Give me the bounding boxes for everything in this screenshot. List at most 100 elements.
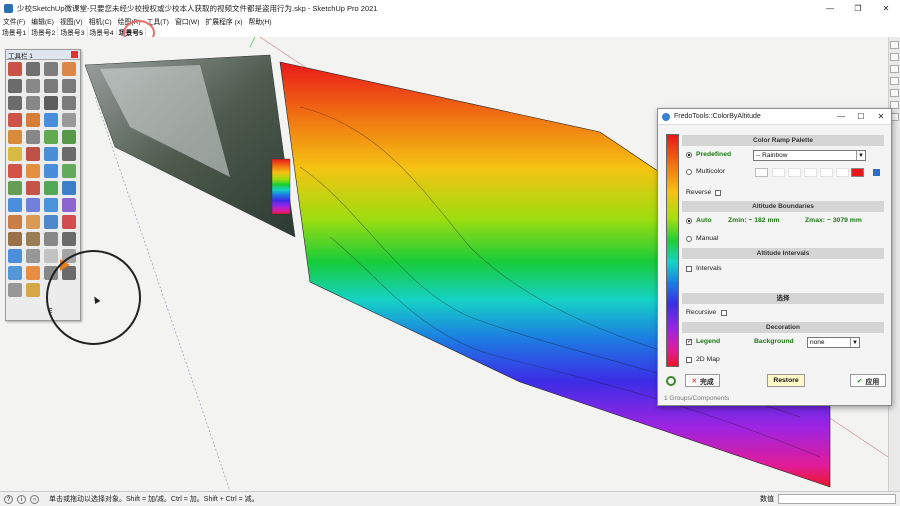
menu-edit[interactable]: 编辑(E) xyxy=(31,16,54,26)
info-icon[interactable]: i xyxy=(17,494,26,504)
dialog-minimize-button[interactable]: — xyxy=(831,112,851,121)
toolbar-tool-icon[interactable] xyxy=(26,249,40,263)
intervals-checkbox[interactable] xyxy=(686,265,692,272)
background-select[interactable]: none ▼ xyxy=(807,337,860,348)
color-swatch[interactable] xyxy=(804,168,817,177)
toolbar-tool-icon[interactable] xyxy=(62,232,76,246)
menu-window[interactable]: 窗口(W) xyxy=(175,16,200,26)
toolbar-tool-icon[interactable] xyxy=(62,198,76,212)
toolbar-tool-icon[interactable] xyxy=(62,215,76,229)
scene-tab-2[interactable]: 场景号2 xyxy=(29,27,59,37)
toolbar-tool-icon[interactable] xyxy=(8,249,22,263)
tray-tab[interactable] xyxy=(890,53,899,61)
toolbar-tool-icon[interactable] xyxy=(44,198,58,212)
reverse-checkbox[interactable] xyxy=(715,189,722,196)
minimize-button[interactable]: — xyxy=(816,0,844,16)
save-icon[interactable] xyxy=(873,169,880,176)
color-swatch[interactable] xyxy=(755,168,768,177)
toolbar-tool-icon[interactable] xyxy=(44,130,58,144)
tray-tab[interactable] xyxy=(890,77,899,85)
toolbar-tool-icon[interactable] xyxy=(26,266,40,280)
color-swatch-red[interactable] xyxy=(851,168,864,177)
toolbar-tool-icon[interactable] xyxy=(26,181,40,195)
scene-tab-4[interactable]: 场景号4 xyxy=(88,27,117,37)
toolbar-tool-icon[interactable] xyxy=(8,96,22,110)
toolbar-tool-icon[interactable] xyxy=(26,232,40,246)
user-icon[interactable]: ○ xyxy=(30,494,39,504)
menu-help[interactable]: 帮助(H) xyxy=(249,16,272,26)
dialog-close-button[interactable]: ✕ xyxy=(871,112,891,121)
color-swatch[interactable] xyxy=(836,168,849,177)
close-button[interactable]: ✕ xyxy=(872,0,900,16)
toolbar-tool-icon[interactable] xyxy=(44,249,58,263)
measurement-input[interactable] xyxy=(778,494,896,504)
predefined-radio[interactable] xyxy=(686,151,692,158)
toolbar-tool-icon[interactable] xyxy=(44,232,58,246)
toolbar-tool-icon[interactable] xyxy=(26,79,40,93)
toolbar-tool-icon[interactable] xyxy=(26,113,40,127)
toolbar-tool-icon[interactable] xyxy=(44,79,58,93)
legend-checkbox[interactable]: ✓ xyxy=(686,338,692,345)
menu-camera[interactable]: 相机(C) xyxy=(89,16,112,26)
scene-tab-3[interactable]: 场景号3 xyxy=(58,27,88,37)
toolbar-tool-icon[interactable] xyxy=(44,164,58,178)
toolbar-tool-icon[interactable] xyxy=(8,79,22,93)
menu-file[interactable]: 文件(F) xyxy=(3,16,25,26)
toolbar-tool-icon[interactable] xyxy=(62,147,76,161)
tray-tab[interactable] xyxy=(890,41,899,49)
toolbar-tool-icon[interactable] xyxy=(44,181,58,195)
scene-tab-1[interactable]: 场景号1 xyxy=(0,27,30,37)
auto-radio[interactable] xyxy=(686,217,692,224)
toolbar-close-icon[interactable] xyxy=(71,51,78,58)
color-swatch[interactable] xyxy=(788,168,801,177)
toolbar-tool-icon[interactable] xyxy=(62,79,76,93)
toolbar-tool-icon[interactable] xyxy=(8,283,22,297)
dialog-titlebar[interactable]: FredoTools::ColorByAltitude — ☐ ✕ xyxy=(658,109,891,125)
toolbar-tool-icon[interactable] xyxy=(44,62,58,76)
apply-button[interactable]: ✔ 应用 xyxy=(850,374,886,387)
toolbar-tool-icon[interactable] xyxy=(62,113,76,127)
color-swatch[interactable] xyxy=(772,168,785,177)
toolbar-tool-icon[interactable] xyxy=(44,96,58,110)
toolbar-tool-icon[interactable] xyxy=(62,164,76,178)
tray-tab[interactable] xyxy=(890,65,899,73)
help-icon[interactable]: ? xyxy=(4,494,13,504)
color-swatch[interactable] xyxy=(820,168,833,177)
toolbar-tool-icon[interactable] xyxy=(8,266,22,280)
palette-select[interactable]: -- Rainbow ▼ xyxy=(753,150,866,161)
toolbar-tool-icon[interactable] xyxy=(26,198,40,212)
toolbar-tool-icon[interactable] xyxy=(8,181,22,195)
toolbar-tool-icon[interactable] xyxy=(62,62,76,76)
maximize-button[interactable]: ❐ xyxy=(844,0,872,16)
toolbar-tool-icon[interactable] xyxy=(62,130,76,144)
dialog-maximize-button[interactable]: ☐ xyxy=(851,112,871,121)
toolbar-tool-icon[interactable] xyxy=(44,113,58,127)
toolbar-tool-icon[interactable] xyxy=(8,198,22,212)
toolbar-titlebar[interactable]: 工具栏 1 xyxy=(6,50,80,60)
toolbar-tool-icon[interactable] xyxy=(8,215,22,229)
restore-button[interactable]: Restore xyxy=(767,374,805,387)
toolbar-tool-icon[interactable] xyxy=(8,147,22,161)
manual-radio[interactable] xyxy=(686,235,692,242)
menu-extensions[interactable]: 扩展程序 (x) xyxy=(205,16,242,26)
tray-tab[interactable] xyxy=(890,89,899,97)
recursive-checkbox[interactable] xyxy=(721,309,728,316)
toolbar-tool-icon[interactable] xyxy=(26,62,40,76)
finish-button[interactable]: ✕ 完成 xyxy=(685,374,720,387)
toolbar-tool-icon[interactable] xyxy=(26,283,40,297)
toolbar-tool-icon[interactable] xyxy=(26,96,40,110)
toolbar-tool-icon[interactable] xyxy=(62,181,76,195)
menu-view[interactable]: 视图(V) xyxy=(60,16,83,26)
multicolor-radio[interactable] xyxy=(686,168,692,175)
toolbar-tool-icon[interactable] xyxy=(26,215,40,229)
toolbar-tool-icon[interactable] xyxy=(26,130,40,144)
toolbar-tool-icon[interactable] xyxy=(26,147,40,161)
toolbar-tool-icon[interactable] xyxy=(8,130,22,144)
gear-icon[interactable] xyxy=(666,376,676,386)
toolbar-tool-icon[interactable] xyxy=(44,147,58,161)
toolbar-tool-icon[interactable] xyxy=(8,164,22,178)
toolbar-tool-icon[interactable] xyxy=(8,62,22,76)
toolbar-tool-icon[interactable] xyxy=(8,113,22,127)
map2d-checkbox[interactable] xyxy=(686,356,692,363)
toolbar-tool-icon[interactable] xyxy=(8,232,22,246)
